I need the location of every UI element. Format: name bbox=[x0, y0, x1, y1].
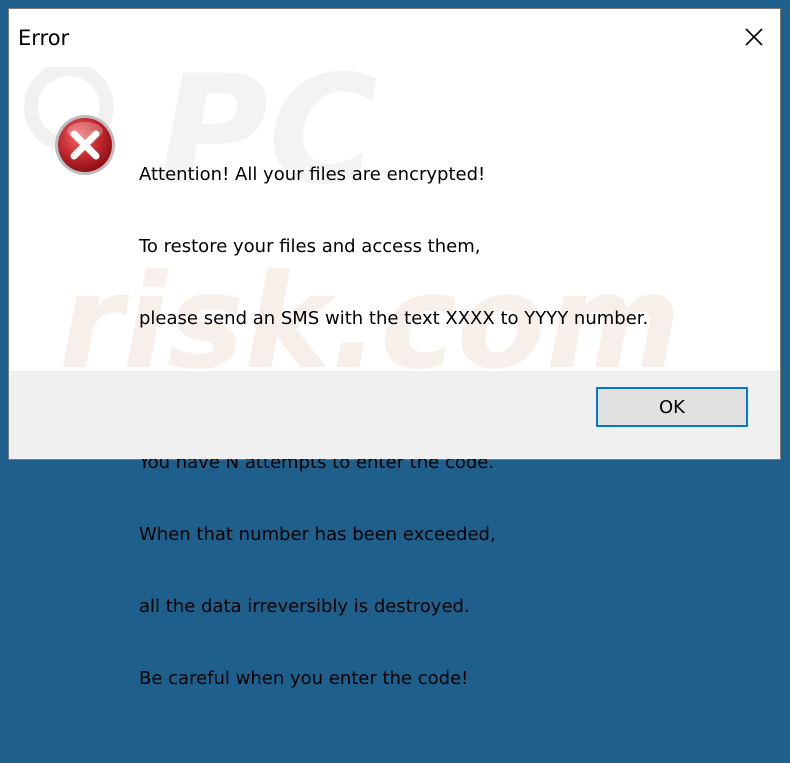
message-line: please send an SMS with the text XXXX to… bbox=[139, 308, 649, 329]
close-button[interactable] bbox=[736, 19, 772, 55]
ok-button[interactable]: OK bbox=[596, 387, 748, 427]
title-bar: Error bbox=[9, 9, 780, 67]
message-line: When that number has been exceeded, bbox=[139, 524, 496, 545]
error-x-icon bbox=[53, 113, 117, 177]
dialog-title: Error bbox=[18, 26, 70, 50]
button-bar: OK bbox=[9, 371, 780, 459]
error-dialog: Error PC risk.com Attention! All your fi… bbox=[8, 8, 781, 689]
message-line: Attention! All your files are encrypted! bbox=[139, 164, 486, 185]
message-line: To restore your files and access them, bbox=[139, 236, 481, 257]
message-paragraph: Attention! All your files are encrypted!… bbox=[139, 115, 648, 379]
message-line: Be careful when you enter the code! bbox=[139, 668, 469, 689]
close-icon bbox=[745, 28, 763, 46]
message-line: all the data irreversibly is destroyed. bbox=[139, 596, 470, 617]
